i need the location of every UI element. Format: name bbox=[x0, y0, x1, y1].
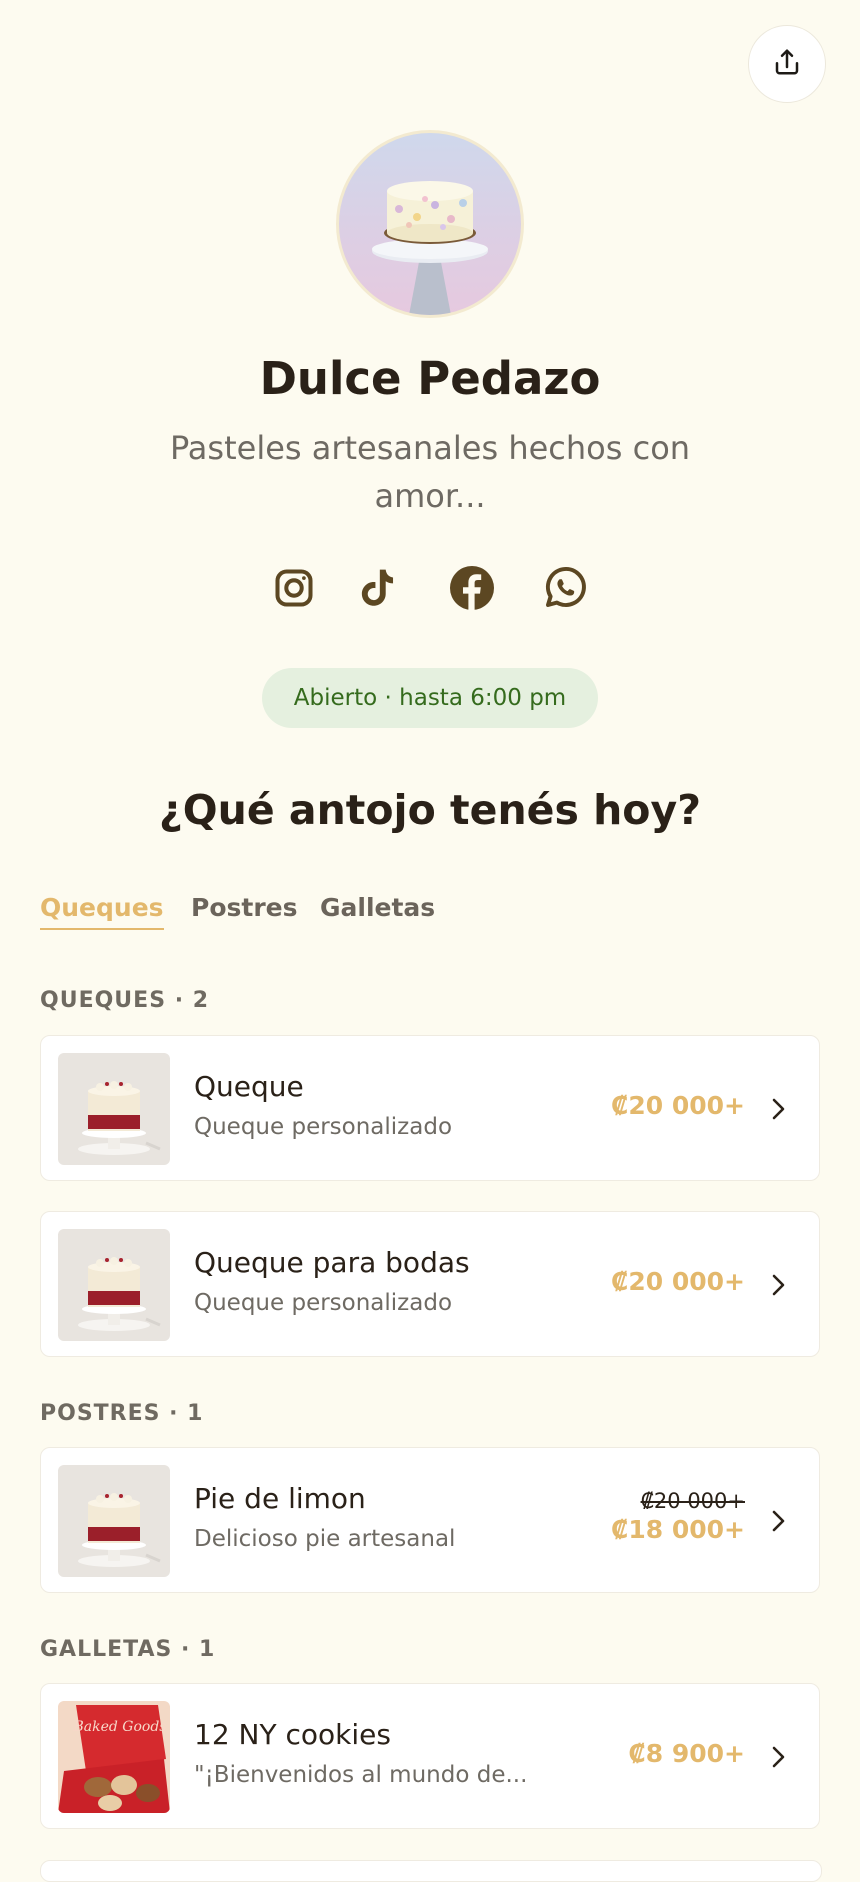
product-subtitle: Queque personalizado bbox=[194, 1290, 453, 1316]
product-card[interactable]: Queque Queque personalizado ₡20 000+ bbox=[40, 1035, 820, 1181]
product-image bbox=[58, 1229, 170, 1341]
product-card[interactable]: Queque para bodas Queque personalizado ₡… bbox=[40, 1211, 820, 1357]
product-original-price: ₡20 000+ bbox=[640, 1489, 745, 1513]
product-title: 12 NY cookies bbox=[194, 1718, 391, 1751]
product-card[interactable]: Baked Goods 12 NY cookies "¡Bienvenidos … bbox=[40, 1683, 820, 1829]
product-card-partial[interactable] bbox=[40, 1860, 822, 1882]
product-price: ₡8 900+ bbox=[628, 1739, 745, 1768]
product-image-text: Baked Goods bbox=[72, 1719, 166, 1735]
section-label-queques: QUEQUES · 2 bbox=[40, 988, 210, 1013]
store-avatar bbox=[336, 130, 524, 318]
tab-galletas[interactable]: Galletas bbox=[320, 893, 435, 928]
tiktok-icon[interactable] bbox=[352, 562, 404, 614]
share-button[interactable] bbox=[748, 25, 826, 103]
product-subtitle: Queque personalizado bbox=[194, 1114, 453, 1140]
product-title: Queque para bodas bbox=[194, 1246, 470, 1279]
product-sale-price: ₡18 000+ bbox=[610, 1515, 745, 1544]
product-image bbox=[58, 1465, 170, 1577]
product-image bbox=[58, 1053, 170, 1165]
tab-queques[interactable]: Queques bbox=[40, 893, 164, 930]
share-icon bbox=[772, 47, 802, 81]
product-image: Baked Goods bbox=[58, 1701, 170, 1813]
facebook-icon[interactable] bbox=[446, 562, 498, 614]
product-title: Queque bbox=[194, 1070, 304, 1103]
product-card[interactable]: Pie de limon Delicioso pie artesanal ₡20… bbox=[40, 1447, 820, 1593]
status-badge: Abierto · hasta 6:00 pm bbox=[262, 668, 598, 728]
store-tagline: Pasteles artesanales hechos con amor... bbox=[169, 429, 691, 515]
product-price-group: ₡20 000+ ₡18 000+ bbox=[611, 1488, 745, 1546]
instagram-icon[interactable] bbox=[268, 562, 320, 614]
section-label-postres: POSTRES · 1 bbox=[40, 1401, 204, 1426]
whatsapp-icon[interactable] bbox=[539, 562, 591, 614]
product-price: ₡20 000+ bbox=[610, 1091, 745, 1120]
product-price: ₡20 000+ bbox=[610, 1267, 745, 1296]
chevron-right-icon bbox=[763, 1506, 793, 1536]
product-subtitle: Delicioso pie artesanal bbox=[194, 1526, 456, 1552]
menu-heading: ¿Qué antojo tenés hoy? bbox=[159, 786, 701, 834]
chevron-right-icon bbox=[763, 1270, 793, 1300]
tab-postres[interactable]: Postres bbox=[191, 893, 298, 928]
product-subtitle: "¡Bienvenidos al mundo de... bbox=[194, 1762, 528, 1788]
social-links bbox=[0, 562, 860, 614]
store-name: Dulce Pedazo bbox=[259, 352, 601, 405]
chevron-right-icon bbox=[763, 1742, 793, 1772]
chevron-right-icon bbox=[763, 1094, 793, 1124]
product-title: Pie de limon bbox=[194, 1482, 366, 1515]
section-label-galletas: GALLETAS · 1 bbox=[40, 1637, 216, 1662]
